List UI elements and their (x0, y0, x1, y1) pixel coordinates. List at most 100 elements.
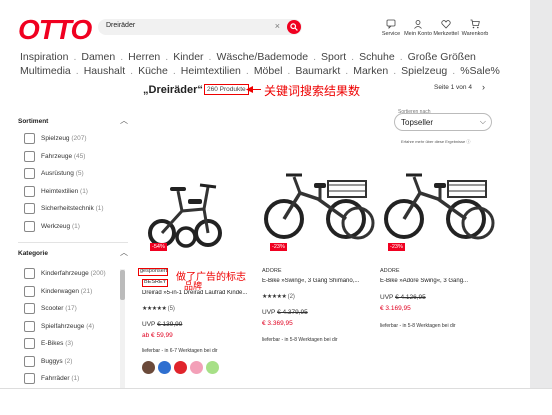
color-swatch[interactable] (158, 361, 171, 374)
nav-link[interactable]: Herren (128, 51, 160, 63)
rating-stars-icons: ★★★★★ (142, 306, 167, 312)
filter-label-text: E-Bikes (41, 340, 64, 347)
nav-link[interactable]: Möbel (254, 65, 283, 77)
nav-link[interactable]: Marken (353, 65, 388, 77)
nav-link[interactable]: Wäsche/Bademode (216, 51, 308, 63)
window-edge (530, 0, 552, 415)
page-info: Seite 1 von 4 (434, 84, 472, 91)
rating-stars-icons: ★★★★★ (262, 294, 287, 300)
product-name[interactable]: E-Bike »Swing«, 3 Gang Shimano,... (262, 278, 380, 284)
filter-label: Fahrzeuge (45) (41, 153, 85, 160)
filter-label-text: Heimtextilien (41, 187, 79, 195)
new-price: ab € 59,99 (142, 332, 173, 339)
chevron-up-icon[interactable]: ︿ (120, 247, 128, 258)
old-price-prefix: UVP (142, 321, 158, 328)
chevron-down-icon: ⌵ (479, 117, 486, 126)
filter-label: Fahrräder (1) (41, 375, 79, 382)
header-icons: Service Mein Konto Merkzettel Warenkorb (376, 19, 496, 47)
rating-stars: ★★★★★ (5) (142, 305, 175, 312)
filter-label: Ausrüstung (5) (41, 170, 84, 177)
chat-icon (386, 19, 396, 29)
wishlist-link[interactable]: Merkzettel (431, 19, 461, 37)
clear-search-icon[interactable]: × (275, 21, 280, 31)
nav-link[interactable]: Große Größen (408, 51, 476, 63)
nav-link[interactable]: %Sale% (460, 65, 500, 77)
nav-link[interactable]: Kinder (173, 51, 203, 63)
sort-select[interactable]: Topseller ⌵ (394, 113, 492, 131)
filter-checkbox[interactable] (24, 373, 35, 384)
nav-link[interactable]: Damen (81, 51, 115, 63)
heart-icon (441, 20, 451, 29)
filter-checkbox[interactable] (24, 268, 35, 279)
sidebar-scroll-thumb[interactable] (120, 270, 125, 300)
account-link[interactable]: Mein Konto (403, 19, 433, 37)
screenshot-frame: OTTO Dreiräder × Service Mein Konto Merk… (0, 0, 552, 415)
search-button[interactable] (287, 20, 301, 34)
filter-label: Heimtextilien (1) (41, 188, 88, 195)
otto-logo[interactable]: OTTO (18, 14, 92, 46)
color-swatch[interactable] (174, 361, 187, 374)
filter-checkbox[interactable] (24, 303, 35, 314)
nav-separator: . (287, 65, 291, 77)
review-count: (5) (167, 306, 175, 312)
filter-count: (1) (80, 187, 88, 195)
new-price: € 3.169,95 (380, 305, 411, 312)
color-swatch[interactable] (190, 361, 203, 374)
product-brand[interactable]: ADORE (380, 268, 400, 274)
product-brand[interactable]: ADORE (262, 268, 282, 274)
filter-count: (2) (64, 357, 73, 365)
results-info-link[interactable]: Erfahre mehr über diese Ergebnisse ⓘ (401, 139, 470, 145)
filter-label-text: Spielfahrzeuge (41, 322, 85, 330)
search-bar[interactable]: Dreiräder × (98, 19, 302, 35)
filter-checkbox[interactable] (24, 133, 35, 144)
nav-separator: . (399, 51, 403, 63)
next-page-button[interactable]: › (482, 82, 485, 92)
sortiment-heading[interactable]: Sortiment (18, 118, 48, 125)
filter-checkbox[interactable] (24, 355, 35, 367)
cart-label: Warenkorb (461, 31, 489, 37)
color-swatch[interactable] (206, 361, 219, 374)
kategorie-heading[interactable]: Kategorie (18, 250, 48, 257)
account-label: Mein Konto (404, 31, 432, 37)
filter-label: Buggys (2) (41, 358, 72, 365)
nav-separator: . (393, 65, 397, 77)
filter-count: (21) (80, 287, 93, 295)
color-swatch[interactable] (142, 361, 155, 374)
filter-label-text: Kinderwagen (41, 287, 79, 295)
nav-link[interactable]: Haushalt (84, 65, 125, 77)
filter-checkbox[interactable] (24, 150, 35, 162)
cart-link[interactable]: Warenkorb (460, 19, 490, 37)
filter-label: Kinderwagen (21) (41, 288, 92, 295)
nav-link[interactable]: Baumarkt (295, 65, 340, 77)
filter-checkbox[interactable] (24, 338, 35, 349)
filter-label: Kinderfahrzeuge (200) (41, 270, 106, 277)
nav-link[interactable]: Inspiration (20, 51, 68, 63)
filter-label: Spielfahrzeuge (4) (41, 323, 94, 330)
cart-icon (470, 19, 480, 29)
filter-checkbox[interactable] (24, 320, 35, 332)
otto-page: OTTO Dreiräder × Service Mein Konto Merk… (6, 6, 530, 388)
filter-label-text: Fahrzeuge (41, 152, 73, 160)
nav-link[interactable]: Sport (321, 51, 346, 63)
nav-separator: . (73, 51, 77, 63)
nav-separator: . (208, 51, 212, 63)
filter-checkbox[interactable] (24, 203, 35, 214)
filter-checkbox[interactable] (24, 220, 35, 232)
product-name[interactable]: E-Bike »Adore Swing«, 3 Gang... (380, 278, 498, 284)
old-price-prefix: UVP (262, 309, 278, 316)
chevron-up-icon[interactable]: ︿ (120, 115, 128, 126)
old-price-value: € 139,99 (157, 321, 183, 328)
search-input[interactable]: Dreiräder (106, 22, 135, 29)
brand-annotation: 品牌 (184, 282, 203, 292)
filter-checkbox[interactable] (24, 185, 35, 197)
filter-count: (45) (73, 152, 86, 160)
nav-link[interactable]: Schuhe (359, 51, 395, 63)
service-link[interactable]: Service (376, 19, 406, 37)
filter-checkbox[interactable] (24, 285, 35, 297)
filter-label-text: Spielzeug (41, 135, 70, 142)
nav-link[interactable]: Küche (138, 65, 168, 77)
nav-link[interactable]: Heimtextilien (181, 65, 241, 77)
nav-link[interactable]: Multimedia (20, 65, 71, 77)
filter-checkbox[interactable] (24, 168, 35, 179)
nav-link[interactable]: Spielzeug (401, 65, 447, 77)
